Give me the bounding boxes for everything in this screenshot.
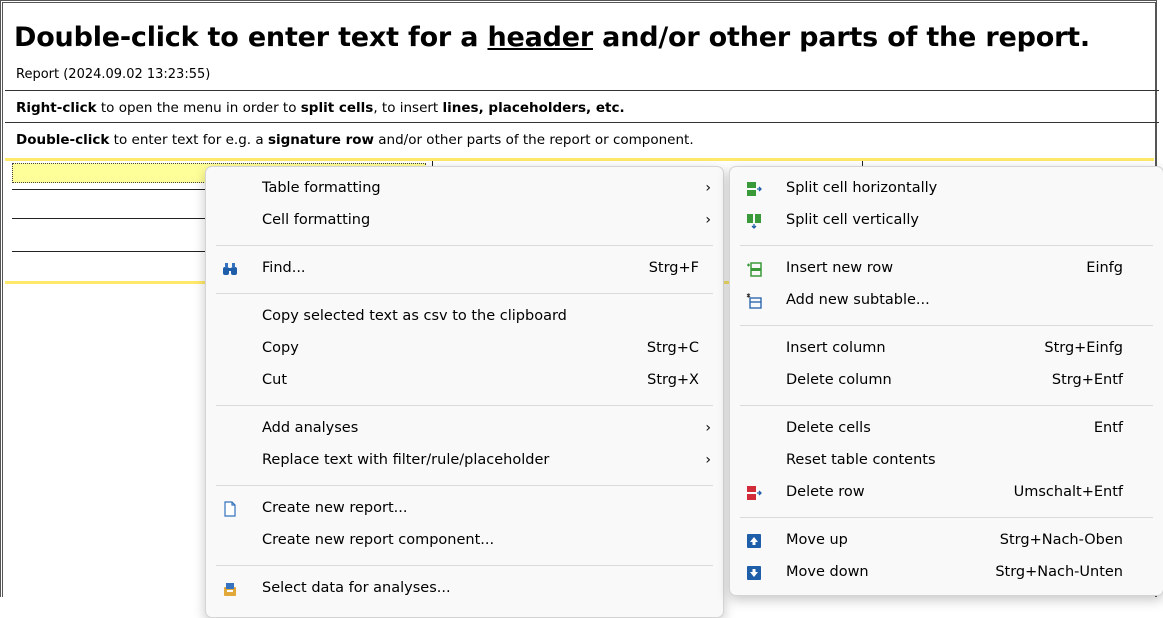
chevron-right-icon: › bbox=[705, 180, 711, 196]
headline-underlined: header bbox=[487, 22, 593, 53]
table-formatting-submenu: Split cell horizontally Split cell verti… bbox=[729, 166, 1163, 596]
table-row-border bbox=[12, 251, 212, 252]
subtable-icon bbox=[746, 293, 762, 309]
divider bbox=[5, 90, 1159, 91]
table-row-border bbox=[12, 218, 212, 219]
menu-separator bbox=[216, 565, 713, 566]
move-down-icon bbox=[747, 566, 761, 580]
signature-row-hint[interactable]: Double-click to enter text for e.g. a si… bbox=[16, 132, 694, 148]
move-up-icon bbox=[747, 534, 761, 548]
delete-row-icon bbox=[747, 486, 762, 500]
report-timestamp: Report (2024.09.02 13:23:55) bbox=[16, 67, 211, 82]
report-header-text[interactable]: Double-click to enter text for a header … bbox=[14, 22, 1090, 53]
menu-separator bbox=[216, 405, 713, 406]
chevron-right-icon: › bbox=[705, 212, 711, 228]
menu-item-add-subtable[interactable]: Add new subtable... bbox=[730, 285, 1163, 317]
split-vertical-icon bbox=[747, 214, 761, 229]
headline-pre: Double-click to enter text for a bbox=[14, 22, 488, 53]
menu-item-cell-formatting[interactable]: Cell formatting › bbox=[206, 205, 723, 237]
menu-item-insert-column[interactable]: Insert column Strg+Einfg bbox=[730, 333, 1163, 365]
insert-row-icon bbox=[747, 262, 762, 277]
database-icon bbox=[224, 583, 236, 596]
divider bbox=[5, 122, 1159, 123]
split-horizontal-icon bbox=[747, 182, 762, 196]
menu-item-copy[interactable]: Copy Strg+C bbox=[206, 333, 723, 365]
menu-separator bbox=[740, 325, 1153, 326]
menu-separator bbox=[216, 245, 713, 246]
menu-item-reset-table[interactable]: Reset table contents bbox=[730, 445, 1163, 477]
menu-separator bbox=[740, 405, 1153, 406]
menu-item-table-formatting[interactable]: Table formatting › bbox=[206, 173, 723, 205]
menu-item-copy-csv[interactable]: Copy selected text as csv to the clipboa… bbox=[206, 301, 723, 333]
hint-right-click[interactable]: Right-click to open the menu in order to… bbox=[16, 100, 625, 116]
context-menu: Table formatting › Cell formatting › Fin… bbox=[205, 166, 724, 618]
menu-item-replace-text[interactable]: Replace text with filter/rule/placeholde… bbox=[206, 445, 723, 477]
headline-post: and/or other parts of the report. bbox=[592, 22, 1090, 53]
menu-item-move-up[interactable]: Move up Strg+Nach-Oben bbox=[730, 525, 1163, 557]
menu-separator bbox=[740, 245, 1153, 246]
menu-item-create-report[interactable]: Create new report... bbox=[206, 493, 723, 525]
menu-item-insert-row[interactable]: Insert new row Einfg bbox=[730, 253, 1163, 285]
menu-item-delete-row[interactable]: Delete row Umschalt+Entf bbox=[730, 477, 1163, 509]
menu-item-add-analyses[interactable]: Add analyses › bbox=[206, 413, 723, 445]
chevron-right-icon: › bbox=[705, 452, 711, 468]
menu-item-delete-cells[interactable]: Delete cells Entf bbox=[730, 413, 1163, 445]
menu-item-split-vertical[interactable]: Split cell vertically bbox=[730, 205, 1163, 237]
table-row-border bbox=[12, 189, 212, 190]
document-icon bbox=[224, 501, 236, 517]
menu-item-select-data[interactable]: Select data for analyses... bbox=[206, 573, 723, 605]
menu-item-move-down[interactable]: Move down Strg+Nach-Unten bbox=[730, 557, 1163, 589]
menu-separator bbox=[740, 517, 1153, 518]
menu-item-split-horizontal[interactable]: Split cell horizontally bbox=[730, 173, 1163, 205]
menu-separator bbox=[216, 293, 713, 294]
menu-item-delete-column[interactable]: Delete column Strg+Entf bbox=[730, 365, 1163, 397]
menu-item-create-report-component[interactable]: Create new report component... bbox=[206, 525, 723, 557]
chevron-right-icon: › bbox=[705, 420, 711, 436]
menu-item-find[interactable]: Find... Strg+F bbox=[206, 253, 723, 285]
menu-separator bbox=[216, 485, 713, 486]
binoculars-icon bbox=[223, 263, 237, 275]
menu-item-cut[interactable]: Cut Strg+X bbox=[206, 365, 723, 397]
